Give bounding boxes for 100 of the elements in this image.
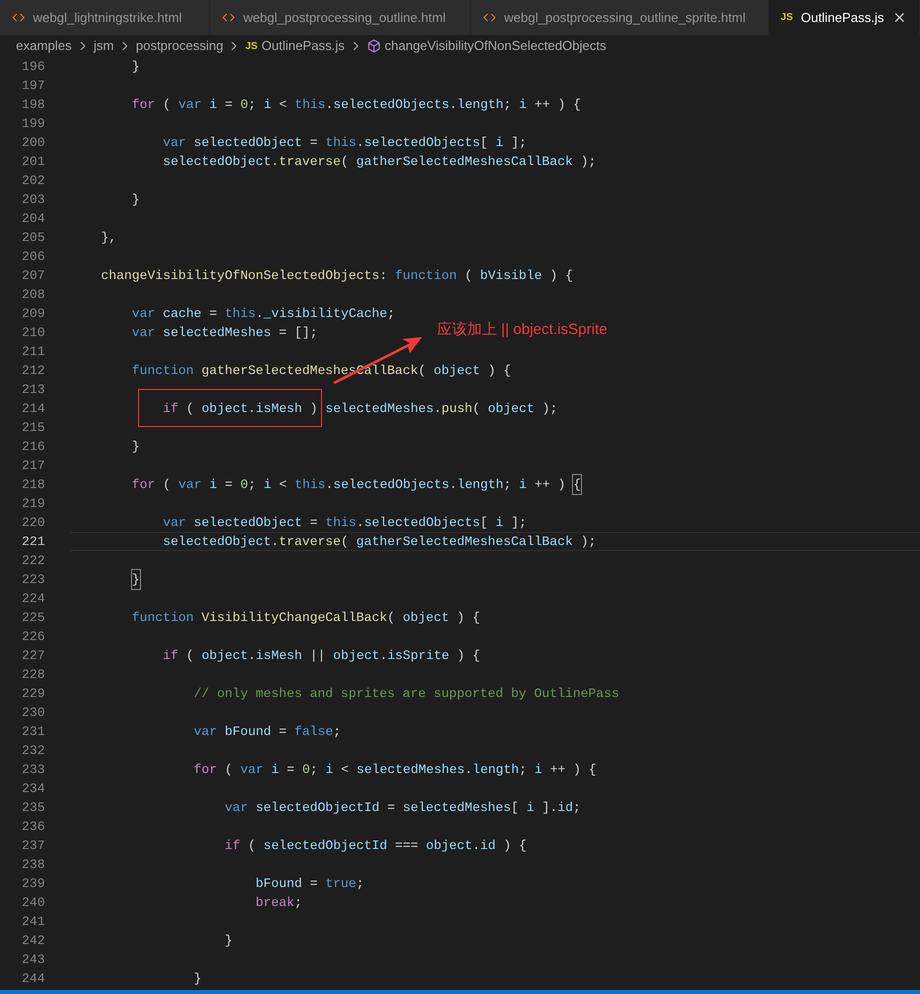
code-token: . [434, 400, 442, 418]
code-token: . [356, 134, 364, 152]
code-token: ]; [511, 514, 527, 532]
code-token: i [264, 476, 272, 494]
editor-tab[interactable]: JS OutlinePass.js [768, 0, 920, 35]
line-number: 212 [20, 362, 45, 380]
line-number: 242 [20, 932, 45, 950]
close-icon[interactable] [892, 10, 907, 25]
line-number: 234 [20, 780, 45, 798]
breadcrumb-item[interactable]: OutlinePass.js [262, 36, 345, 56]
line-number: 201 [20, 152, 45, 171]
code-token: function [132, 362, 194, 380]
code-token: = [278, 722, 287, 741]
code-token: i [209, 476, 218, 494]
code-token: id [480, 836, 496, 855]
code-token: traverse [278, 152, 341, 171]
code-token: isMesh [256, 646, 302, 665]
line-number: 231 [20, 722, 45, 741]
code-token: ]; [511, 134, 527, 152]
line-number: 235 [20, 798, 45, 817]
code-token: selectedObjects [364, 134, 480, 152]
line-number: 214 [20, 400, 45, 418]
code-token: . [248, 400, 256, 418]
code-token: object [488, 400, 534, 418]
code-token: bVisible [480, 266, 542, 285]
code-token: ; [248, 96, 256, 114]
line-number: 202 [20, 172, 45, 190]
code-token: . [271, 532, 279, 551]
code-token: ( [472, 400, 480, 418]
editor-tab[interactable]: webgl_lightningstrike.html [0, 0, 210, 35]
code-token: i [271, 760, 279, 779]
line-number: 243 [20, 950, 45, 969]
line-number: 237 [20, 836, 45, 855]
line-number: 206 [20, 248, 45, 266]
code-token: ++ ) [534, 476, 566, 494]
code-token: var [224, 798, 248, 817]
code-token: ( [224, 760, 232, 779]
code-token: } [132, 58, 140, 76]
line-number: 223 [20, 570, 45, 589]
code-token: ( [186, 646, 194, 665]
code-token: selectedObject [162, 532, 272, 551]
code-token: i [496, 134, 504, 152]
code-comment: // only meshes and sprites are supported by OutlinePass [194, 684, 620, 703]
line-number: 241 [20, 912, 45, 931]
code-token: ++ ) { [550, 760, 596, 779]
code-token: [ [511, 798, 519, 817]
code-token: isMesh [256, 400, 302, 418]
code-icon [483, 11, 496, 24]
code-token: = [310, 874, 318, 893]
code-token: i [519, 476, 527, 494]
code-token: ); [542, 400, 558, 418]
code-token: i [534, 760, 542, 779]
line-number: 197 [20, 76, 45, 95]
code-token: ); [580, 152, 596, 171]
code-token: this [325, 134, 356, 152]
code-token: [ [480, 514, 488, 532]
line-number: 238 [20, 856, 45, 874]
js-icon: JS [245, 38, 258, 54]
code-token: selectedObjects [333, 96, 450, 114]
code-token: = [224, 96, 233, 114]
code-token: ; [518, 760, 527, 779]
code-token: ; [294, 894, 302, 912]
code-token: isSprite [387, 646, 450, 665]
breadcrumb-item[interactable]: postprocessing [136, 36, 224, 56]
code-token: = [310, 134, 318, 152]
line-number: 220 [20, 514, 45, 532]
code-token: = [387, 798, 395, 817]
code-token: ) { [456, 646, 480, 665]
code-token: || [310, 646, 326, 665]
cube-icon [366, 39, 381, 53]
line-number: 240 [20, 894, 45, 912]
breadcrumb-item[interactable]: examples [16, 36, 72, 56]
code-token: ) { [456, 608, 480, 627]
code-token: selectedObject [162, 152, 272, 171]
breadcrumb-item[interactable]: jsm [94, 36, 114, 56]
editor-tab[interactable]: webgl_postprocessing_outline_sprite.html [471, 0, 769, 35]
code-token: ( [162, 96, 171, 114]
code-token: this [325, 514, 356, 532]
line-number: 215 [20, 418, 45, 437]
editor-tab[interactable]: webgl_postprocessing_outline.html [210, 0, 472, 35]
code-token: ( [418, 362, 426, 380]
code-token: id [558, 798, 573, 817]
code-token: function [394, 266, 457, 285]
code-token: ) { [488, 362, 512, 380]
code-token: . [256, 304, 264, 323]
code-token: . [449, 96, 458, 114]
code-token: bFound [224, 722, 272, 741]
line-number: 208 [20, 286, 45, 304]
line-number: 228 [20, 666, 45, 684]
code-token: ( [186, 400, 194, 418]
code-token: ) { [503, 836, 527, 855]
line-number: 232 [20, 742, 45, 760]
code-token: var [178, 96, 202, 114]
code-token: gatherSelectedMeshesCallBack [356, 152, 573, 171]
code-token: object [202, 646, 248, 665]
line-number: 204 [20, 210, 45, 228]
breadcrumb-item[interactable]: changeVisibilityOfNonSelectedObjects [384, 36, 606, 56]
code-token: . [248, 646, 256, 665]
line-number: 225 [20, 608, 45, 627]
code-token: for [132, 96, 156, 114]
